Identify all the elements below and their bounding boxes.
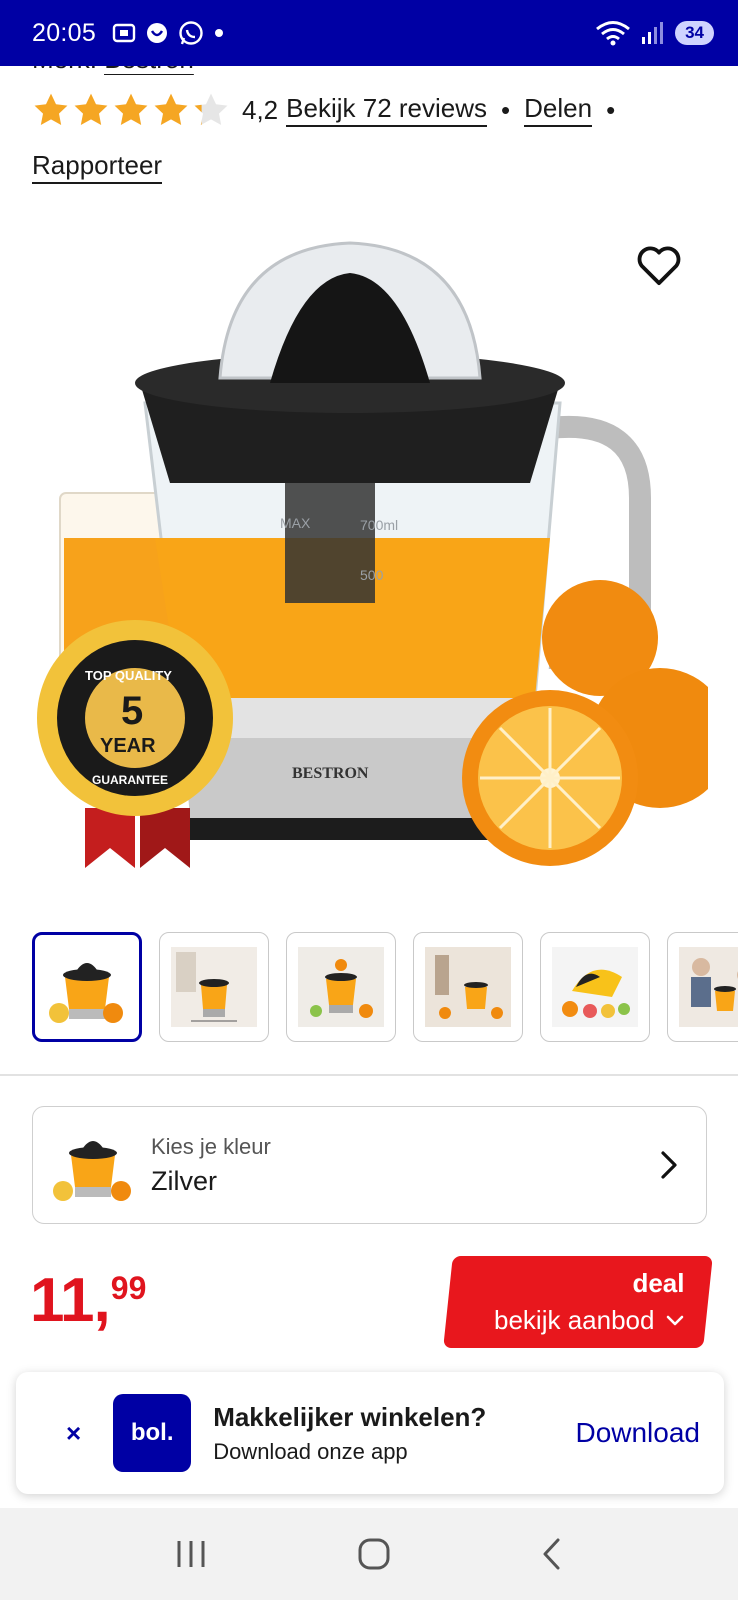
thumbnail-image <box>171 947 257 1027</box>
separator-dot: • <box>501 94 511 125</box>
chevron-right-icon <box>661 1151 677 1179</box>
reviews-link[interactable]: Bekijk 72 reviews <box>286 93 488 127</box>
deal-cta-text: bekijk aanbod <box>493 1305 654 1335</box>
star-full-icon <box>74 93 108 126</box>
home-icon[interactable] <box>357 1537 391 1571</box>
wifi-icon <box>596 21 631 46</box>
recent-apps-icon[interactable] <box>174 1539 208 1569</box>
app-download-banner: × bol. Makkelijker winkelen? Download on… <box>16 1372 724 1494</box>
status-time: 20:05 <box>32 18 97 47</box>
price-comma: , <box>93 1266 111 1335</box>
thumbnail[interactable] <box>540 932 650 1042</box>
thumbnail-strip <box>32 932 738 1044</box>
price-cents: 99 <box>110 1270 147 1306</box>
rating-row: 4,2 Bekijk 72 reviews • Delen • <box>32 92 629 128</box>
badge-top-text: TOP QUALITY <box>85 668 172 683</box>
thumbnail[interactable] <box>32 932 142 1042</box>
thumbnail-image <box>425 947 511 1027</box>
rating-value: 4,2 <box>242 94 279 125</box>
star-full-icon <box>34 93 68 126</box>
thumbnail-image <box>552 947 638 1027</box>
measure-700: 700ml <box>360 517 398 533</box>
thumbnail[interactable] <box>286 932 396 1042</box>
download-app-button[interactable]: Download <box>575 1417 700 1449</box>
price-integer: 11 <box>30 1266 95 1335</box>
brand-logo-text: BESTRON <box>292 765 369 782</box>
section-divider <box>0 1074 738 1076</box>
measure-500: 500 <box>360 567 384 583</box>
banner-subtitle: Download onze app <box>213 1438 408 1464</box>
thumbnail[interactable] <box>667 932 738 1042</box>
star-full-icon <box>114 93 148 126</box>
product-image[interactable]: MAX 700ml 500 BESTRON TOP QUALITY 5 YEAR… <box>30 218 730 894</box>
banner-title: Makkelijker winkelen? <box>213 1401 487 1432</box>
measure-max: MAX <box>280 515 311 531</box>
badge-bottom-text: GUARANTEE <box>92 773 168 787</box>
whatsapp-icon <box>179 21 203 45</box>
status-bar: 20:05 34 <box>0 0 738 66</box>
system-nav-bar <box>0 1508 738 1600</box>
thumbnail[interactable] <box>413 932 523 1042</box>
thumbnail-image <box>49 963 123 1023</box>
badge-year: YEAR <box>100 735 156 757</box>
star-full-icon <box>154 93 188 126</box>
favorite-heart-icon[interactable] <box>636 244 682 286</box>
badge-number: 5 <box>121 689 143 733</box>
thumbnail-image <box>679 947 738 1027</box>
deal-button[interactable]: deal bekijk aanbod <box>443 1256 713 1348</box>
battery-indicator: 34 <box>675 21 714 45</box>
variant-value: Zilver <box>151 1165 217 1196</box>
thumbnail-image <box>298 947 384 1027</box>
deal-label: deal <box>631 1268 684 1298</box>
price: 11 , 99 <box>30 1270 146 1332</box>
app-notification-icon <box>147 23 168 43</box>
star-partial-icon <box>194 93 228 126</box>
variant-label: Kies je kleur <box>151 1133 271 1159</box>
juicer-illustration: MAX 700ml 500 BESTRON TOP QUALITY 5 YEAR… <box>30 218 730 894</box>
chevron-down-icon <box>666 1315 684 1325</box>
separator-dot: • <box>606 94 616 125</box>
close-banner-button[interactable]: × <box>66 1418 81 1449</box>
more-notifications-dot-icon <box>215 29 224 37</box>
back-icon[interactable] <box>540 1537 564 1571</box>
report-link[interactable]: Rapporteer <box>32 150 163 184</box>
share-link[interactable]: Delen <box>524 93 593 127</box>
variant-thumbnail <box>53 1141 131 1201</box>
notification-icons <box>112 20 224 46</box>
star-rating <box>32 92 230 128</box>
bol-logo: bol. <box>113 1394 192 1472</box>
color-variant-selector[interactable]: Kies je kleur Zilver <box>32 1106 707 1224</box>
signal-icon <box>642 22 664 44</box>
thumbnail[interactable] <box>159 932 269 1042</box>
screenshot-icon <box>112 23 136 43</box>
